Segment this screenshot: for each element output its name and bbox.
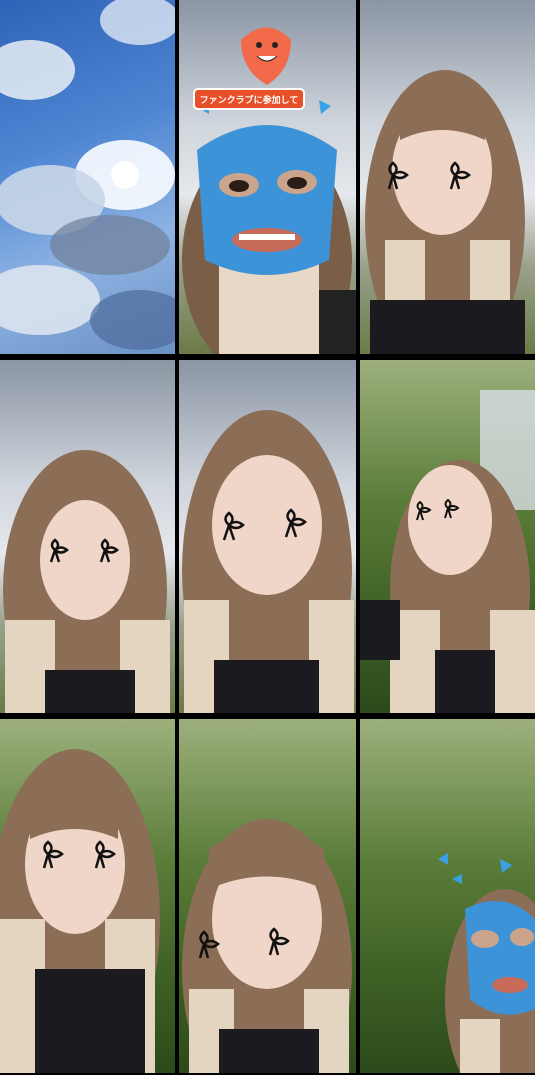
cell-blue-mask-2 — [360, 719, 535, 1073]
portrait-photo — [182, 410, 354, 713]
portrait-photo — [182, 819, 352, 1073]
cell-bow-tear-4 — [360, 360, 535, 713]
cell-bow-tear-2 — [0, 360, 175, 713]
portrait-photo — [365, 70, 525, 354]
portrait-photo — [0, 749, 160, 1073]
cell-bow-tear-1 — [360, 0, 535, 354]
blue-mask-photo — [182, 27, 356, 354]
cell-blue-mask: ファンクラブに参加して — [179, 0, 356, 354]
portrait-photo — [3, 450, 170, 713]
sky-photo — [0, 0, 175, 350]
blue-mask-photo — [438, 853, 535, 1073]
cell-bow-tear-6 — [179, 719, 356, 1073]
cell-sky — [0, 0, 175, 354]
portrait-photo — [360, 390, 535, 713]
cell-bow-tear-5 — [0, 719, 175, 1073]
fanclub-badge[interactable]: ファンクラブに参加して — [193, 88, 305, 110]
cell-bow-tear-3 — [179, 360, 356, 713]
photo-grid: ファンクラブに参加して — [0, 0, 535, 1075]
